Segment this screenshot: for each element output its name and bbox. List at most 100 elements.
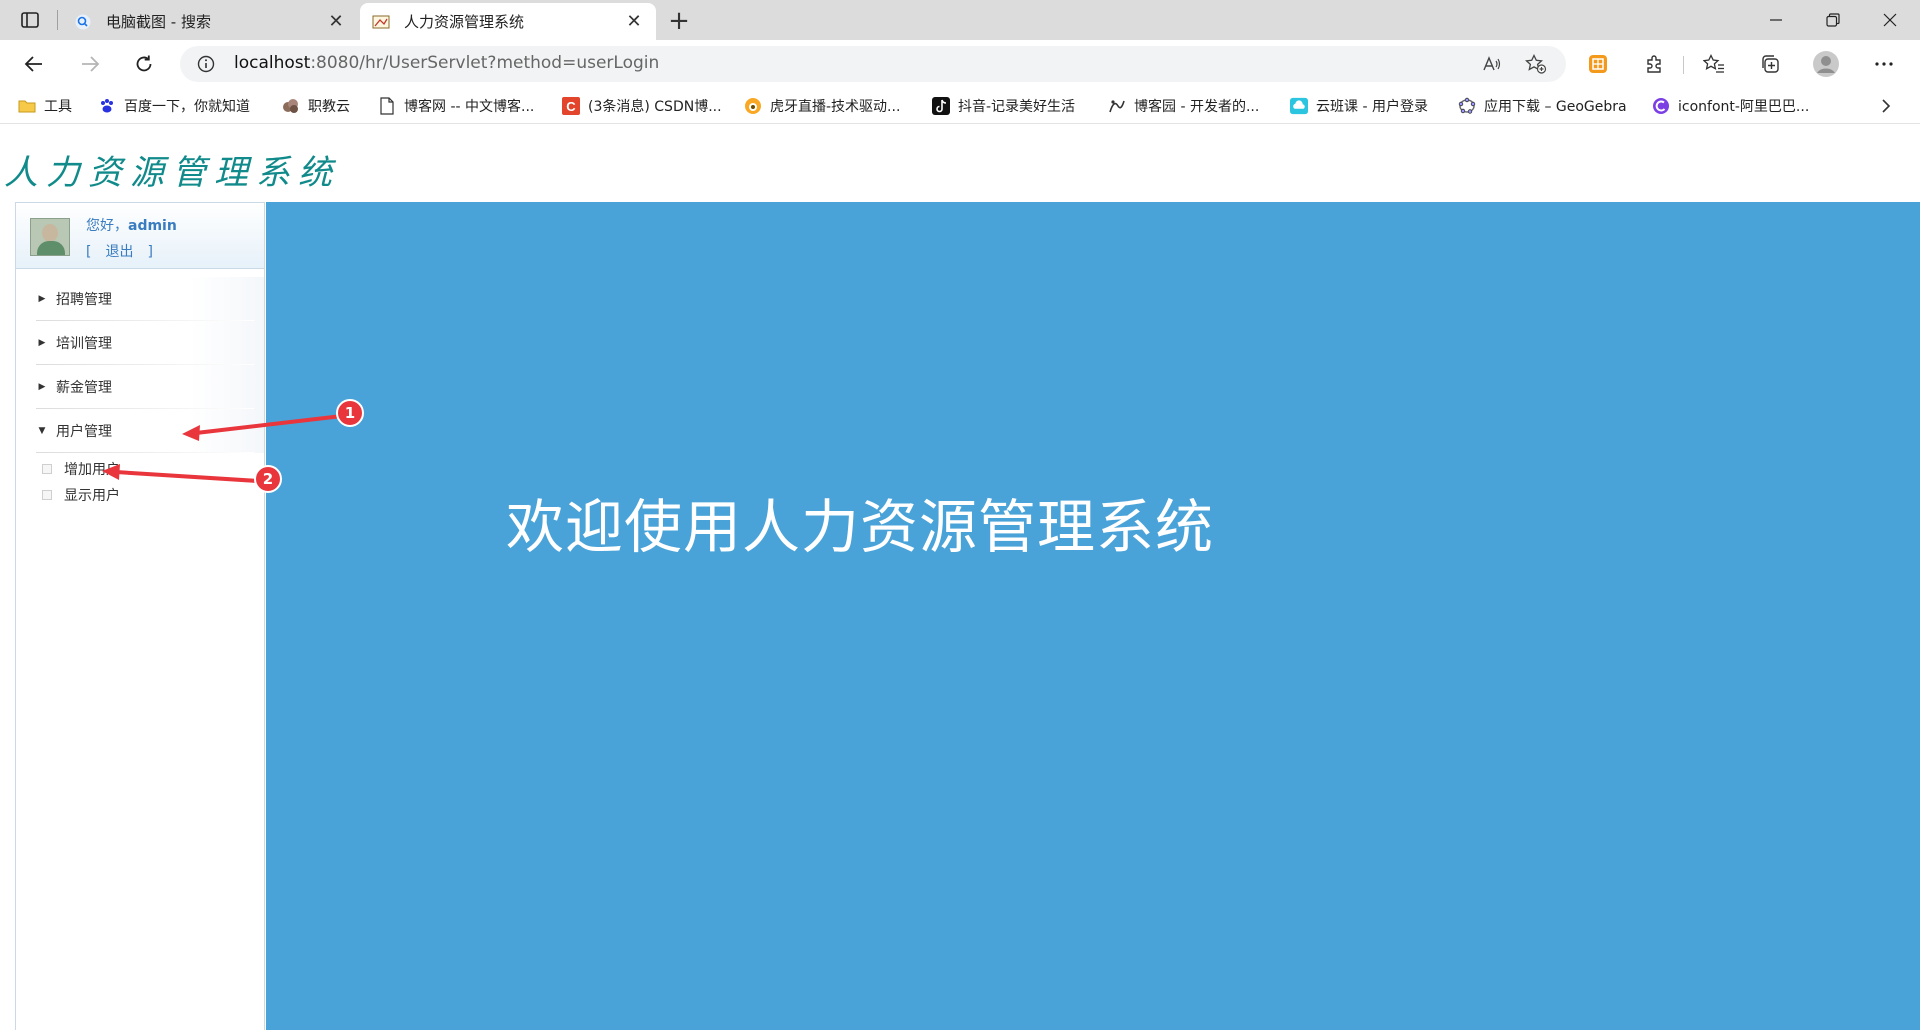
geogebra-icon (1458, 97, 1476, 115)
annotation-badge-1: 1 (336, 399, 364, 427)
refresh-icon[interactable] (128, 48, 160, 80)
tab-label: 人力资源管理系统 (404, 13, 525, 31)
iconfont-icon (1652, 97, 1670, 115)
close-tab-icon[interactable]: ✕ (624, 11, 644, 32)
bookmark-label: (3条消息) CSDN博... (588, 99, 722, 115)
bullet-icon (42, 490, 52, 500)
douyin-icon (932, 97, 950, 115)
bookmark-label: 云班课 - 用户登录 (1316, 99, 1428, 115)
bookmark-yunbanke[interactable]: 云班课 - 用户登录 (1290, 94, 1428, 118)
bookmark-iconfont[interactable]: iconfont-阿里巴巴... (1652, 94, 1809, 118)
huya-icon (744, 97, 762, 115)
menu-salary[interactable]: ▶ 薪金管理 (16, 365, 264, 409)
document-icon (378, 97, 396, 115)
greeting: 您好，admin (86, 215, 177, 235)
bookmarks-bar: 工具 百度一下，你就知道 职教云 博客网 -- 中文博客... C (3条消息)… (0, 88, 1920, 124)
read-aloud-icon[interactable] (1480, 52, 1504, 76)
menu-label: 培训管理 (56, 336, 112, 352)
bookmark-csdn[interactable]: C (3条消息) CSDN博... (562, 94, 722, 118)
collections-extension-icon[interactable] (1584, 50, 1612, 78)
main-content: 欢迎使用人力资源管理系统 (266, 202, 1920, 1030)
bracket-open: [ (86, 244, 92, 260)
submenu-show-users[interactable]: 显示用户 (42, 484, 120, 506)
bookmark-label: 职教云 (308, 99, 350, 115)
logout-link[interactable]: 退出 (105, 244, 133, 260)
bookmark-tools[interactable]: 工具 (18, 94, 72, 118)
avatar (30, 218, 70, 256)
caret-right-icon: ▶ (38, 382, 46, 392)
submenu-label: 显示用户 (64, 488, 120, 504)
caret-right-icon: ▶ (38, 338, 46, 348)
tab-hr-system[interactable]: 人力资源管理系统 ✕ (360, 3, 656, 40)
browser-toolbar: localhost:8080/hr/UserServlet?method=use… (0, 40, 1920, 88)
bookmark-label: 工具 (44, 99, 72, 115)
menu-label: 招聘管理 (56, 292, 112, 308)
csdn-icon: C (562, 97, 580, 115)
address-bar[interactable]: localhost:8080/hr/UserServlet?method=use… (180, 46, 1566, 82)
bookmark-label: 博客园 - 开发者的... (1134, 99, 1260, 115)
tab-label: 电脑截图 - 搜索 (106, 13, 211, 31)
bookmark-zhijiaoyun[interactable]: 职教云 (282, 94, 350, 118)
favorites-icon[interactable] (1700, 50, 1728, 78)
menu-recruitment[interactable]: ▶ 招聘管理 (16, 277, 264, 321)
username: admin (128, 218, 177, 234)
bookmark-baidu[interactable]: 百度一下，你就知道 (98, 94, 250, 118)
user-panel: 您好，admin [ 退出] (16, 203, 264, 269)
minimize-icon[interactable] (1748, 0, 1804, 40)
bookmark-geogebra[interactable]: 应用下载 – GeoGebra (1458, 94, 1627, 118)
bookmark-huya[interactable]: 虎牙直播-技术驱动... (744, 94, 900, 118)
submenu-add-user[interactable]: 增加用户 (42, 458, 120, 480)
url-host: localhost (234, 53, 311, 73)
web-page: 人力资源管理系统 您好，admin [退出] ▶ 招聘管理 ▶ 培训管理 ▶ 薪… (0, 125, 1920, 1030)
menu-label: 用户管理 (56, 424, 112, 440)
folder-icon (18, 97, 36, 115)
profile-avatar-icon[interactable] (1812, 50, 1840, 78)
bookmark-label: 应用下载 – GeoGebra (1484, 99, 1627, 115)
search-icon (74, 13, 92, 31)
bookmark-douyin[interactable]: 抖音-记录美好生活 (932, 94, 1075, 118)
bookmark-label: 博客网 -- 中文博客... (404, 99, 535, 115)
sidebar: 您好，admin [ 退出] ▶ 招聘管理 ▶ 培训管理 ▶ 薪金管理 ▼ 用户管… (15, 202, 265, 1030)
url-path: :8080/hr/UserServlet?method=userLogin (310, 53, 660, 73)
caret-down-icon: ▼ (38, 426, 46, 436)
submenu-label: 增加用户 (64, 462, 120, 478)
more-menu-icon[interactable] (1870, 50, 1898, 78)
bookmark-label: 抖音-记录美好生活 (958, 99, 1076, 115)
restore-icon[interactable] (1805, 0, 1861, 40)
info-icon[interactable] (196, 54, 216, 74)
forward-icon[interactable] (74, 48, 106, 80)
bookmark-label: 虎牙直播-技术驱动... (770, 99, 901, 115)
toolbar-divider (1683, 56, 1684, 74)
bookmark-label: iconfont-阿里巴巴... (1678, 99, 1810, 115)
collections-icon[interactable] (1756, 50, 1784, 78)
caret-right-icon: ▶ (38, 294, 46, 304)
close-tab-icon[interactable]: ✕ (326, 11, 346, 32)
url-text[interactable]: localhost:8080/hr/UserServlet?method=use… (234, 53, 659, 73)
close-window-icon[interactable] (1862, 0, 1918, 40)
menu-training[interactable]: ▶ 培训管理 (16, 321, 264, 365)
greeting-text: 您好， (86, 218, 128, 234)
zhijiaoyun-icon (282, 97, 300, 115)
tab-actions-icon[interactable] (16, 8, 44, 32)
new-tab-button[interactable]: + (664, 6, 694, 36)
back-icon[interactable] (18, 48, 50, 80)
extensions-icon[interactable] (1640, 50, 1668, 78)
bookmark-label: 百度一下，你就知道 (124, 99, 250, 115)
baidu-icon (98, 97, 116, 115)
tab-strip: 电脑截图 - 搜索 ✕ 人力资源管理系统 ✕ + (0, 0, 1920, 40)
more-bookmarks-icon[interactable] (1880, 94, 1892, 118)
annotation-badge-2: 2 (254, 465, 282, 493)
logout-row: [ 退出] (86, 241, 167, 261)
page-icon (372, 13, 390, 31)
cnblogs-icon (1108, 97, 1126, 115)
bracket-close: ] (147, 244, 153, 260)
tab-divider (57, 10, 58, 30)
bookmark-cnblogs[interactable]: 博客园 - 开发者的... (1108, 94, 1259, 118)
bullet-icon (42, 464, 52, 474)
bookmark-blog-cn[interactable]: 博客网 -- 中文博客... (378, 94, 534, 118)
menu-label: 薪金管理 (56, 380, 112, 396)
tab-search[interactable]: 电脑截图 - 搜索 ✕ (62, 3, 358, 40)
menu-user-management[interactable]: ▼ 用户管理 (16, 409, 264, 453)
add-favorite-icon[interactable] (1524, 52, 1548, 76)
welcome-title: 欢迎使用人力资源管理系统 (506, 493, 1215, 561)
